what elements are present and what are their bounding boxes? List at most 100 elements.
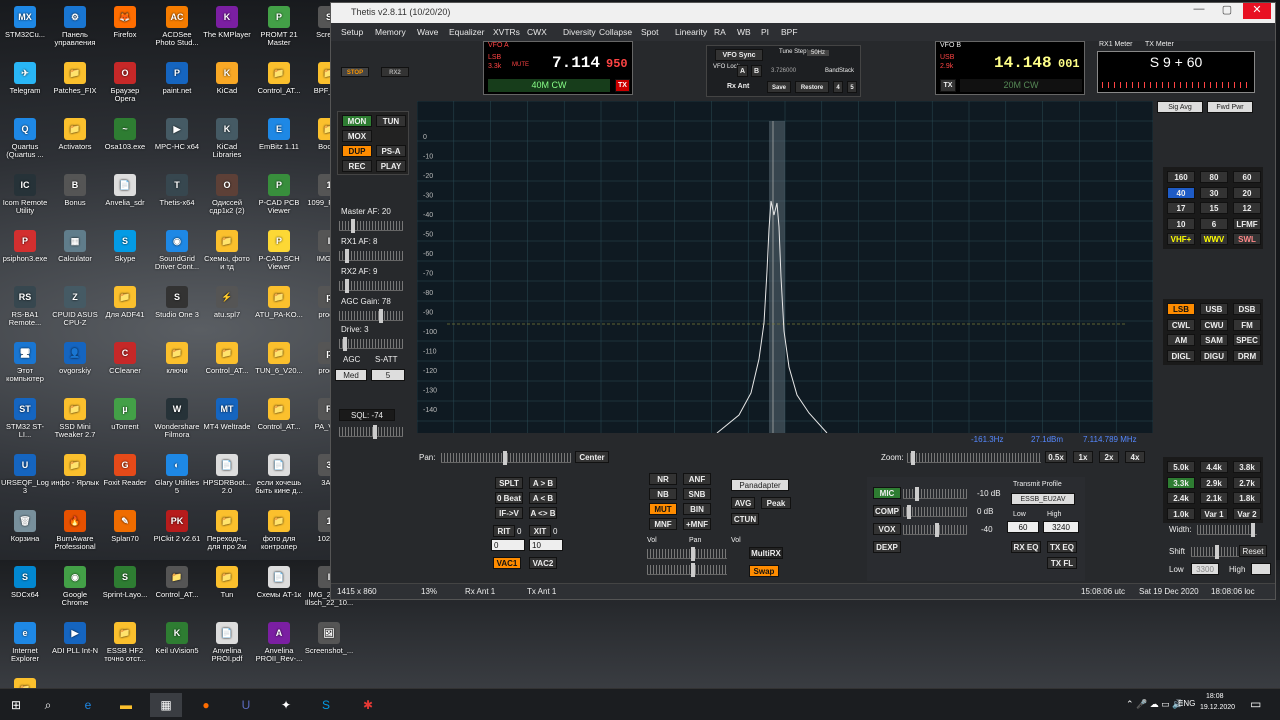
band-button[interactable]: 60 [1233, 171, 1261, 183]
desktop-icon[interactable]: K The KMPlayer [202, 6, 252, 39]
start-button[interactable]: ⊞ [0, 693, 32, 717]
menu-item[interactable]: RA [714, 27, 726, 37]
xit-button[interactable]: XIT [529, 525, 551, 537]
desktop-icon[interactable]: S Skype [100, 230, 150, 263]
desktop-icon[interactable]: e Internet Explorer [0, 622, 50, 663]
band-button[interactable]: SWL [1233, 233, 1261, 245]
desktop-icon[interactable]: 📁 Control_AT... [254, 398, 304, 431]
vfo-sync-button[interactable]: VFO Sync [715, 49, 763, 61]
desktop-icon[interactable]: ◉ SoundGrid Driver Cont... [152, 230, 202, 271]
agc-gain-slider[interactable] [339, 309, 403, 323]
stop-button[interactable]: STOP [341, 67, 369, 77]
zero-beat-button[interactable]: 0 Beat [495, 492, 523, 504]
bandstack-4-button[interactable]: 4 [833, 81, 843, 93]
xit-input[interactable]: 10 [529, 539, 563, 551]
fwd-pwr-select[interactable]: Fwd Pwr [1207, 101, 1253, 113]
b-to-a-button[interactable]: A < B [529, 492, 557, 504]
desktop-icon[interactable]: 📁 Control_AT... [202, 342, 252, 375]
bandstack-5-button[interactable]: 5 [847, 81, 857, 93]
rx2-button[interactable]: RX2 [381, 67, 409, 77]
desktop-icon[interactable]: 📁 Для ADF41 [100, 286, 150, 319]
tune-step-value[interactable]: 50Hz [807, 50, 830, 56]
filter-button[interactable]: 5.0k [1167, 461, 1195, 473]
rit-input[interactable]: 0 [491, 539, 525, 551]
rx-vol-pan-slider[interactable] [647, 547, 727, 561]
ps-a-button[interactable]: PS-A [376, 145, 406, 157]
menu-item[interactable]: Wave [417, 27, 438, 37]
mode-button[interactable]: DRM [1233, 349, 1261, 362]
mode-button[interactable]: SPEC [1233, 334, 1261, 346]
band-button[interactable]: 160 [1167, 171, 1195, 183]
filter-reset-button[interactable]: Reset [1239, 545, 1267, 557]
desktop-icon[interactable]: S Sprint-Layo... [100, 566, 150, 599]
band-button[interactable]: VHF+ [1167, 233, 1195, 245]
menu-item[interactable]: Setup [341, 27, 363, 37]
vfo-a-frequency-sub[interactable]: 950 [606, 57, 628, 71]
filter-button[interactable]: 1.8k [1233, 492, 1261, 504]
desktop-icon[interactable]: O Браузер Opera [100, 62, 150, 103]
filter-high-input[interactable] [1251, 563, 1271, 575]
filter-button[interactable]: 3.3k [1167, 476, 1195, 489]
zoom-1x-button[interactable]: 1x [1073, 451, 1093, 463]
status-tx-ant[interactable]: Tx Ant 1 [527, 587, 556, 596]
vox-button[interactable]: VOX [873, 523, 901, 535]
desktop-icon[interactable]: S Studio One 3 [152, 286, 202, 319]
filter-button[interactable]: 2.9k [1200, 476, 1228, 489]
zoom-4x-button[interactable]: 4x [1125, 451, 1145, 463]
band-button[interactable]: 15 [1200, 202, 1228, 214]
tx-high-input[interactable]: 3240 [1043, 521, 1079, 533]
desktop-icon[interactable]: IC Icom Remote Utility [0, 174, 50, 215]
mode-button[interactable]: AM [1167, 334, 1195, 346]
filter-button[interactable]: 3.8k [1233, 461, 1261, 473]
vfo-a-mute[interactable]: MUTE [512, 62, 529, 68]
desktop-icon[interactable]: 📁 инфо - Ярлык [50, 454, 100, 487]
desktop-icon[interactable]: 📁 ESSB HF2 точно отст... [100, 622, 150, 663]
nb-button[interactable]: NB [649, 488, 677, 500]
mode-button[interactable]: FM [1233, 318, 1261, 331]
mnf-button[interactable]: MNF [649, 518, 677, 530]
desktop-icon[interactable]: RS RS-BA1 Remote... [0, 286, 50, 327]
menu-item[interactable]: Collapse [599, 27, 632, 37]
menu-item[interactable]: Linearity [675, 27, 707, 37]
desktop-icon[interactable]: ▶ MPC-HC x64 [152, 118, 202, 151]
desktop-icon[interactable]: 📁 ключи [152, 342, 202, 375]
language-indicator[interactable]: ENG [1178, 699, 1195, 708]
band-button[interactable]: WWV [1200, 233, 1228, 245]
menu-item[interactable]: PI [761, 27, 769, 37]
desktop-icon[interactable]: 📄 Схемы AT-1к [254, 566, 304, 599]
vfo-a-mode[interactable]: LSB [488, 54, 501, 61]
menu-item[interactable]: Equalizer [449, 27, 484, 37]
rit-button[interactable]: RIT [493, 525, 515, 537]
mode-button[interactable]: CWU [1200, 318, 1228, 331]
desktop-icon[interactable]: Z CPUID ASUS CPU-Z [50, 286, 100, 327]
desktop-icon[interactable]: ◐ Glary Utilities 5 [152, 454, 202, 495]
squelch-slider[interactable] [339, 425, 403, 439]
desktop-icon[interactable]: 👤 ovgorskiy [50, 342, 100, 375]
snb-button[interactable]: SNB [683, 488, 711, 500]
filter-shift-slider[interactable] [1191, 545, 1239, 559]
zoom-slider[interactable] [907, 451, 1041, 465]
desktop-icon[interactable]: MT MT4 Weltrade [202, 398, 252, 431]
squelch-button[interactable]: SQL: -74 [339, 409, 395, 421]
desktop-icon[interactable]: 📁 TUN_6_V20... [254, 342, 304, 375]
split-button[interactable]: SPLT [495, 477, 523, 489]
desktop-icon[interactable]: E EmBitz 1.11 [254, 118, 304, 151]
skype-icon[interactable]: S [310, 693, 342, 717]
desktop-icon[interactable]: ◉ Google Chrome [50, 566, 100, 607]
desktop-icon[interactable]: 📄 если хочешь быть кине д... [254, 454, 304, 495]
s-att-input[interactable]: 5 [371, 369, 405, 381]
explorer-icon[interactable]: ▬ [110, 693, 142, 717]
tray-icons[interactable]: ⌃ 🎤 ☁ ▭ 🔊 [1126, 699, 1183, 710]
band-button[interactable]: 30 [1200, 186, 1228, 199]
rec-button[interactable]: REC [342, 160, 372, 172]
rx1-af-slider[interactable] [339, 249, 403, 263]
desktop-icon[interactable]: 📁 ATU_PA-KO... [254, 286, 304, 319]
desktop-icon[interactable]: 🔥 BurnAware Professional [50, 510, 100, 551]
desktop-icon[interactable]: 📁 Control_AT... [254, 62, 304, 95]
transmit-profile-select[interactable]: ESSB_EU2AV [1011, 493, 1075, 505]
mic-button[interactable]: MIC [873, 487, 901, 499]
desktop-icon[interactable]: C CCleaner [100, 342, 150, 375]
menu-item[interactable]: BPF [781, 27, 798, 37]
firefox-icon[interactable]: ● [190, 693, 222, 717]
desktop-icon[interactable]: ST STM32 ST-LI... [0, 398, 50, 439]
